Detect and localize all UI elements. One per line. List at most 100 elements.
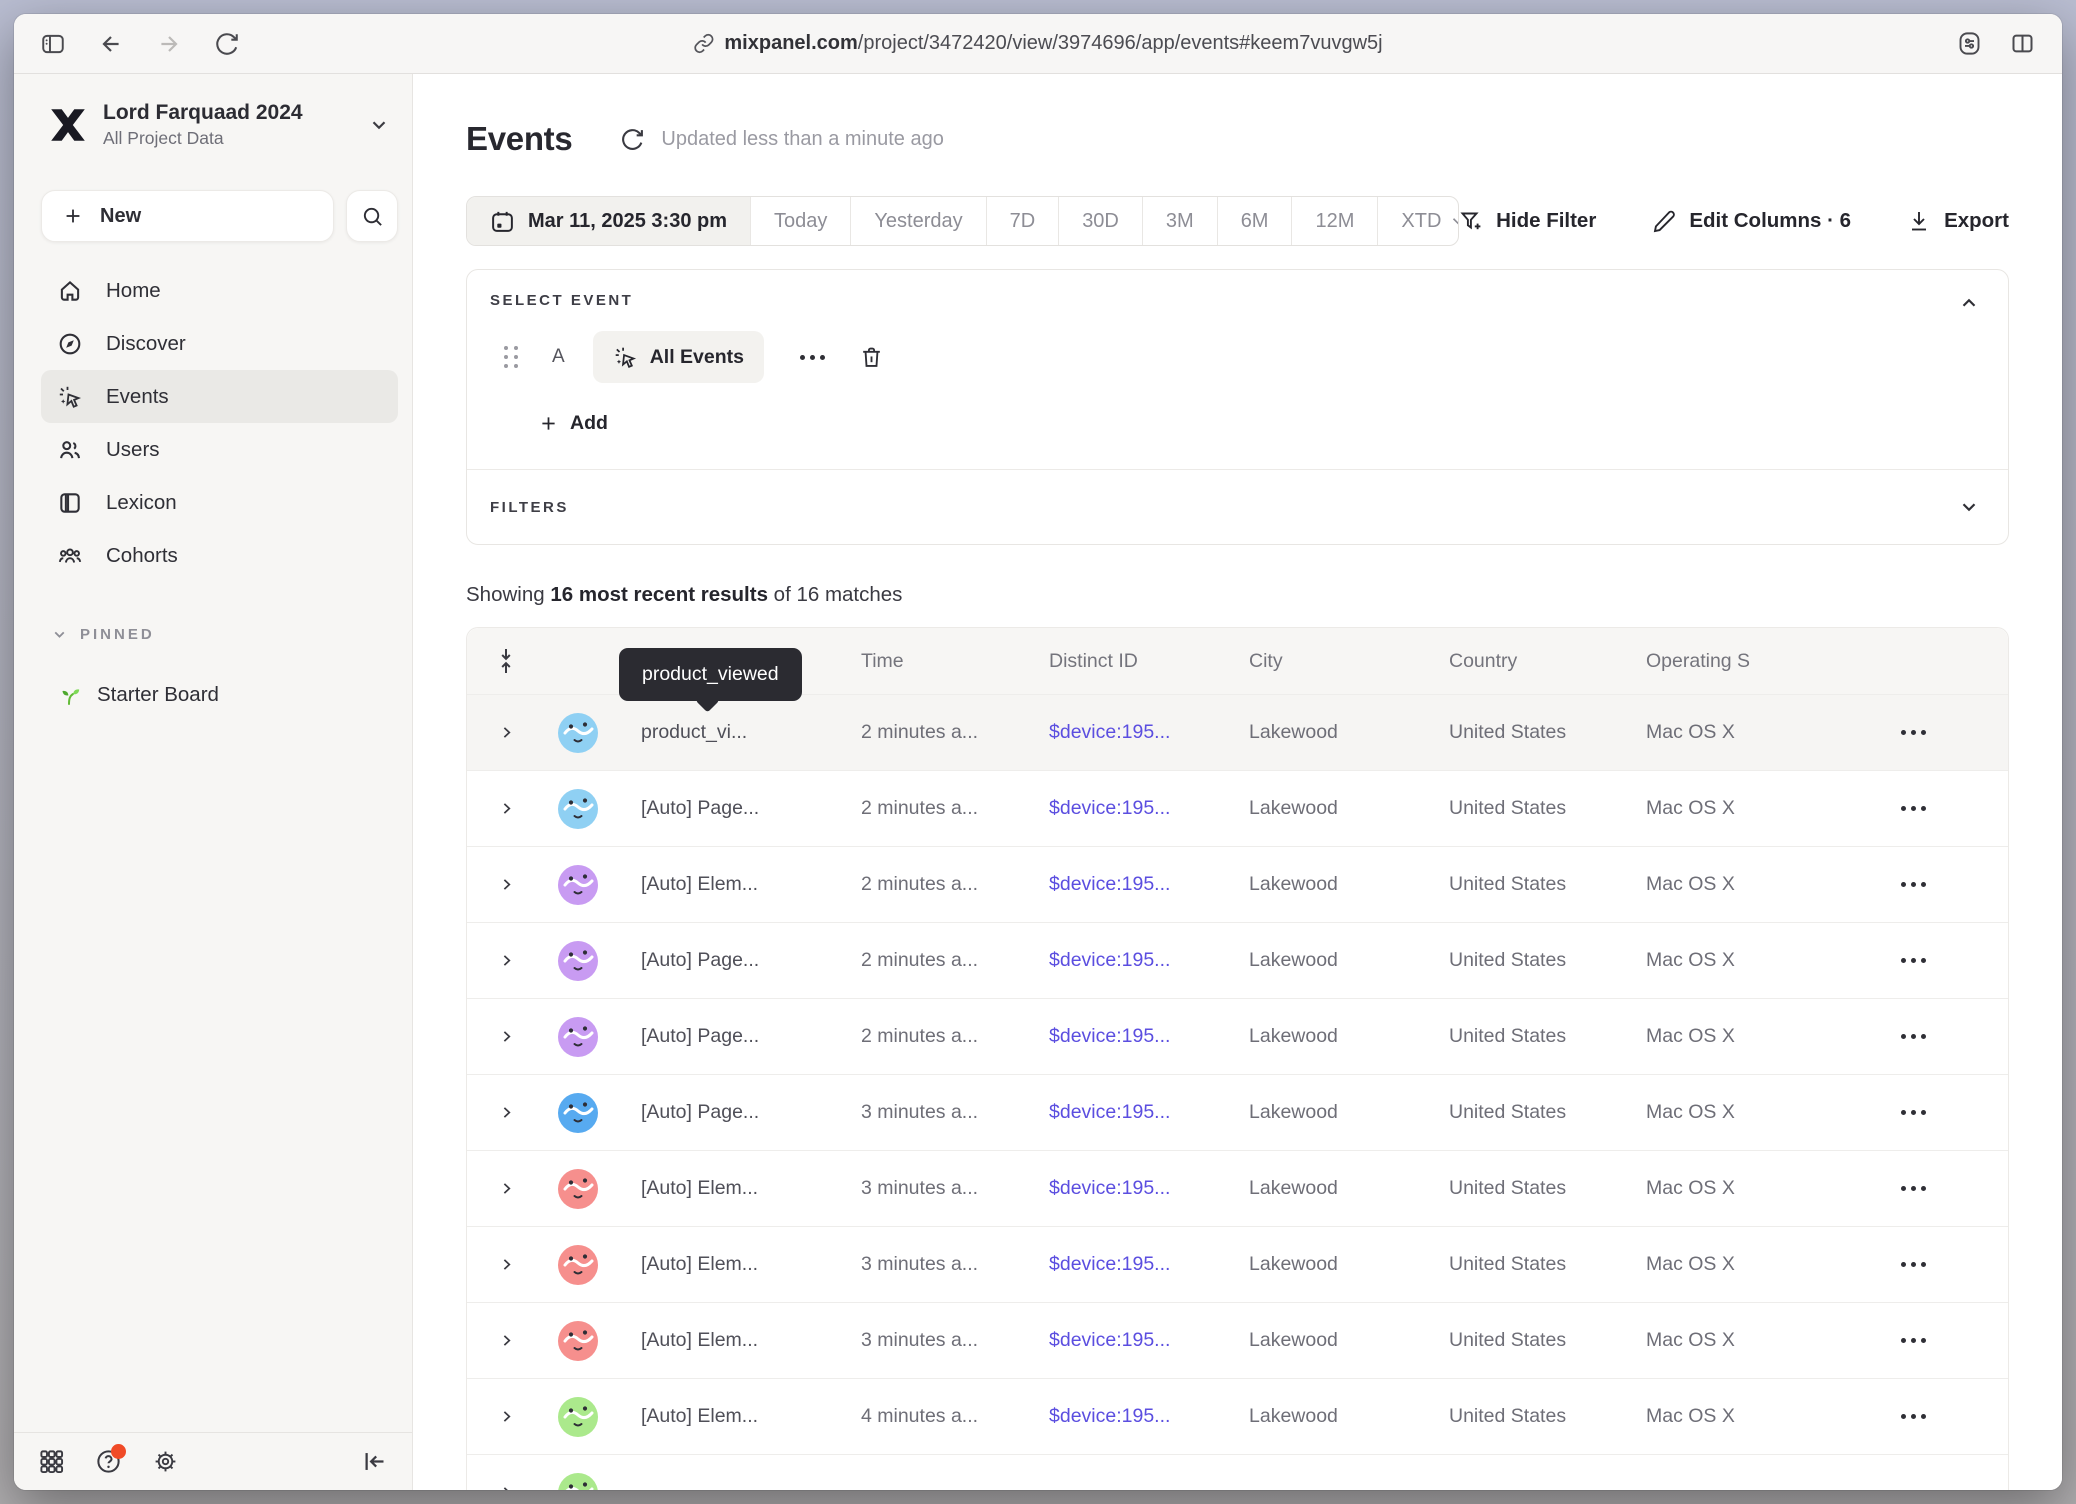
preset-3m[interactable]: 3M — [1142, 197, 1217, 245]
table-row[interactable]: [Auto] Page... 2 minutes a... $device:19… — [467, 770, 2008, 846]
header-city[interactable]: City — [1219, 650, 1419, 673]
table-row[interactable]: [Auto] Page... 2 minutes a... $device:19… — [467, 998, 2008, 1074]
preset-xtd[interactable]: XTD — [1377, 197, 1459, 245]
header-os[interactable]: Operating S — [1616, 650, 1851, 673]
row-more-button[interactable] — [1891, 948, 2008, 973]
sidebar-item-discover[interactable]: Discover — [41, 317, 398, 370]
row-more-button[interactable] — [1891, 1404, 2008, 1429]
sidebar-item-users[interactable]: Users — [41, 423, 398, 476]
sidebar-item-lexicon[interactable]: Lexicon — [41, 476, 398, 529]
table-row[interactable]: [Auto] Elem... 3 minutes a... $device:19… — [467, 1226, 2008, 1302]
table-row[interactable]: [Auto] Elem... 4 minutes a... $device:19… — [467, 1378, 2008, 1454]
row-more-button[interactable] — [1891, 1252, 2008, 1277]
settings-gear-icon[interactable] — [152, 1448, 179, 1475]
row-expand-chevron-icon[interactable] — [498, 724, 515, 741]
collapse-sidebar-icon[interactable] — [361, 1448, 388, 1475]
search-button[interactable] — [346, 190, 398, 242]
browser-sidebar-toggle-icon[interactable] — [40, 31, 66, 57]
sort-icon[interactable] — [496, 646, 516, 676]
distinct-id-link[interactable]: $device:195... — [1019, 1405, 1219, 1428]
table-row[interactable] — [467, 1454, 2008, 1490]
preset-12m[interactable]: 12M — [1291, 197, 1377, 245]
split-view-icon[interactable] — [2009, 30, 2036, 57]
event-name[interactable]: [Auto] Page... — [611, 1025, 831, 1048]
date-picker-button[interactable]: Mar 11, 2025 3:30 pm — [467, 197, 750, 245]
drag-handle-icon[interactable] — [504, 346, 518, 368]
page-settings-icon[interactable] — [1956, 30, 1983, 57]
event-name[interactable]: [Auto] Elem... — [611, 1405, 831, 1428]
sidebar-item-cohorts[interactable]: Cohorts — [41, 529, 398, 582]
event-name[interactable]: [Auto] Page... — [611, 1101, 831, 1124]
distinct-id-link[interactable]: $device:195... — [1019, 1329, 1219, 1352]
header-country[interactable]: Country — [1419, 650, 1616, 673]
event-name[interactable]: [Auto] Page... — [611, 949, 831, 972]
header-distinct-id[interactable]: Distinct ID — [1019, 650, 1219, 673]
distinct-id-link[interactable]: $device:195... — [1019, 797, 1219, 820]
distinct-id-link[interactable]: $device:195... — [1019, 873, 1219, 896]
event-name[interactable]: [Auto] Page... — [611, 797, 831, 820]
collapse-section-chevron-up-icon[interactable] — [1958, 292, 1980, 314]
row-expand-chevron-icon[interactable] — [498, 1256, 515, 1273]
sidebar-item-starter-board[interactable]: Starter Board — [41, 669, 398, 721]
table-row[interactable]: [Auto] Elem... 2 minutes a... $device:19… — [467, 846, 2008, 922]
row-expand-chevron-icon[interactable] — [498, 800, 515, 817]
row-expand-chevron-icon[interactable] — [498, 876, 515, 893]
event-name[interactable]: [Auto] Elem... — [611, 1253, 831, 1276]
preset-7d[interactable]: 7D — [986, 197, 1059, 245]
distinct-id-link[interactable]: $device:195... — [1019, 1101, 1219, 1124]
row-expand-chevron-icon[interactable] — [498, 952, 515, 969]
refresh-icon[interactable] — [620, 127, 645, 152]
event-name[interactable]: product_vi... — [611, 721, 831, 744]
table-row[interactable]: [Auto] Elem... 3 minutes a... $device:19… — [467, 1150, 2008, 1226]
sidebar-item-events[interactable]: Events — [41, 370, 398, 423]
table-row[interactable]: product_vi... 2 minutes a... $device:195… — [467, 694, 2008, 770]
distinct-id-link[interactable]: $device:195... — [1019, 1025, 1219, 1048]
row-expand-chevron-icon[interactable] — [498, 1180, 515, 1197]
project-switcher[interactable]: Lord Farquaad 2024 All Project Data — [41, 100, 398, 150]
country-cell: United States — [1419, 1329, 1616, 1352]
edit-columns-button[interactable]: Edit Columns · 6 — [1652, 209, 1851, 233]
new-button[interactable]: New — [41, 190, 334, 242]
row-expand-chevron-icon[interactable] — [498, 1104, 515, 1121]
distinct-id-link[interactable]: $device:195... — [1019, 721, 1219, 744]
table-row[interactable]: [Auto] Elem... 3 minutes a... $device:19… — [467, 1302, 2008, 1378]
header-time[interactable]: Time — [831, 650, 1019, 673]
event-name[interactable]: [Auto] Elem... — [611, 1329, 831, 1352]
row-more-button[interactable] — [1891, 1100, 2008, 1125]
address-bar[interactable]: mixpanel.com/project/3472420/view/397469… — [693, 32, 1382, 55]
row-more-button[interactable] — [1891, 1176, 2008, 1201]
sidebar-item-home[interactable]: Home — [41, 264, 398, 317]
add-event-button[interactable]: Add — [538, 403, 608, 443]
preset-yesterday[interactable]: Yesterday — [850, 197, 985, 245]
reload-icon[interactable] — [214, 31, 240, 57]
row-more-button[interactable] — [1891, 1024, 2008, 1049]
row-more-button[interactable] — [1891, 796, 2008, 821]
pinned-section-header[interactable]: PINNED — [41, 626, 398, 643]
distinct-id-link[interactable]: $device:195... — [1019, 1253, 1219, 1276]
event-name[interactable]: [Auto] Elem... — [611, 873, 831, 896]
expand-section-chevron-down-icon[interactable] — [1958, 496, 1980, 518]
preset-6m[interactable]: 6M — [1217, 197, 1292, 245]
row-expand-chevron-icon[interactable] — [498, 1028, 515, 1045]
back-icon[interactable] — [98, 31, 124, 57]
export-button[interactable]: Export — [1907, 209, 2009, 233]
preset-today[interactable]: Today — [750, 197, 850, 245]
distinct-id-link[interactable]: $device:195... — [1019, 949, 1219, 972]
row-expand-chevron-icon[interactable] — [498, 1408, 515, 1425]
clause-more-button[interactable] — [792, 347, 833, 368]
row-more-button[interactable] — [1891, 720, 2008, 745]
trash-icon[interactable] — [859, 345, 884, 370]
all-events-chip[interactable]: All Events — [593, 331, 764, 383]
hide-filter-button[interactable]: Hide Filter — [1459, 209, 1596, 233]
preset-30d[interactable]: 30D — [1058, 197, 1142, 245]
row-more-button[interactable] — [1891, 1328, 2008, 1353]
row-expand-chevron-icon[interactable] — [498, 1332, 515, 1349]
distinct-id-link[interactable]: $device:195... — [1019, 1177, 1219, 1200]
row-more-button[interactable] — [1891, 872, 2008, 897]
event-name[interactable]: [Auto] Elem... — [611, 1177, 831, 1200]
row-expand-chevron-icon[interactable] — [498, 1484, 515, 1490]
table-row[interactable]: [Auto] Page... 2 minutes a... $device:19… — [467, 922, 2008, 998]
apps-grid-icon[interactable] — [38, 1448, 65, 1475]
help-button[interactable] — [95, 1448, 122, 1475]
table-row[interactable]: [Auto] Page... 3 minutes a... $device:19… — [467, 1074, 2008, 1150]
